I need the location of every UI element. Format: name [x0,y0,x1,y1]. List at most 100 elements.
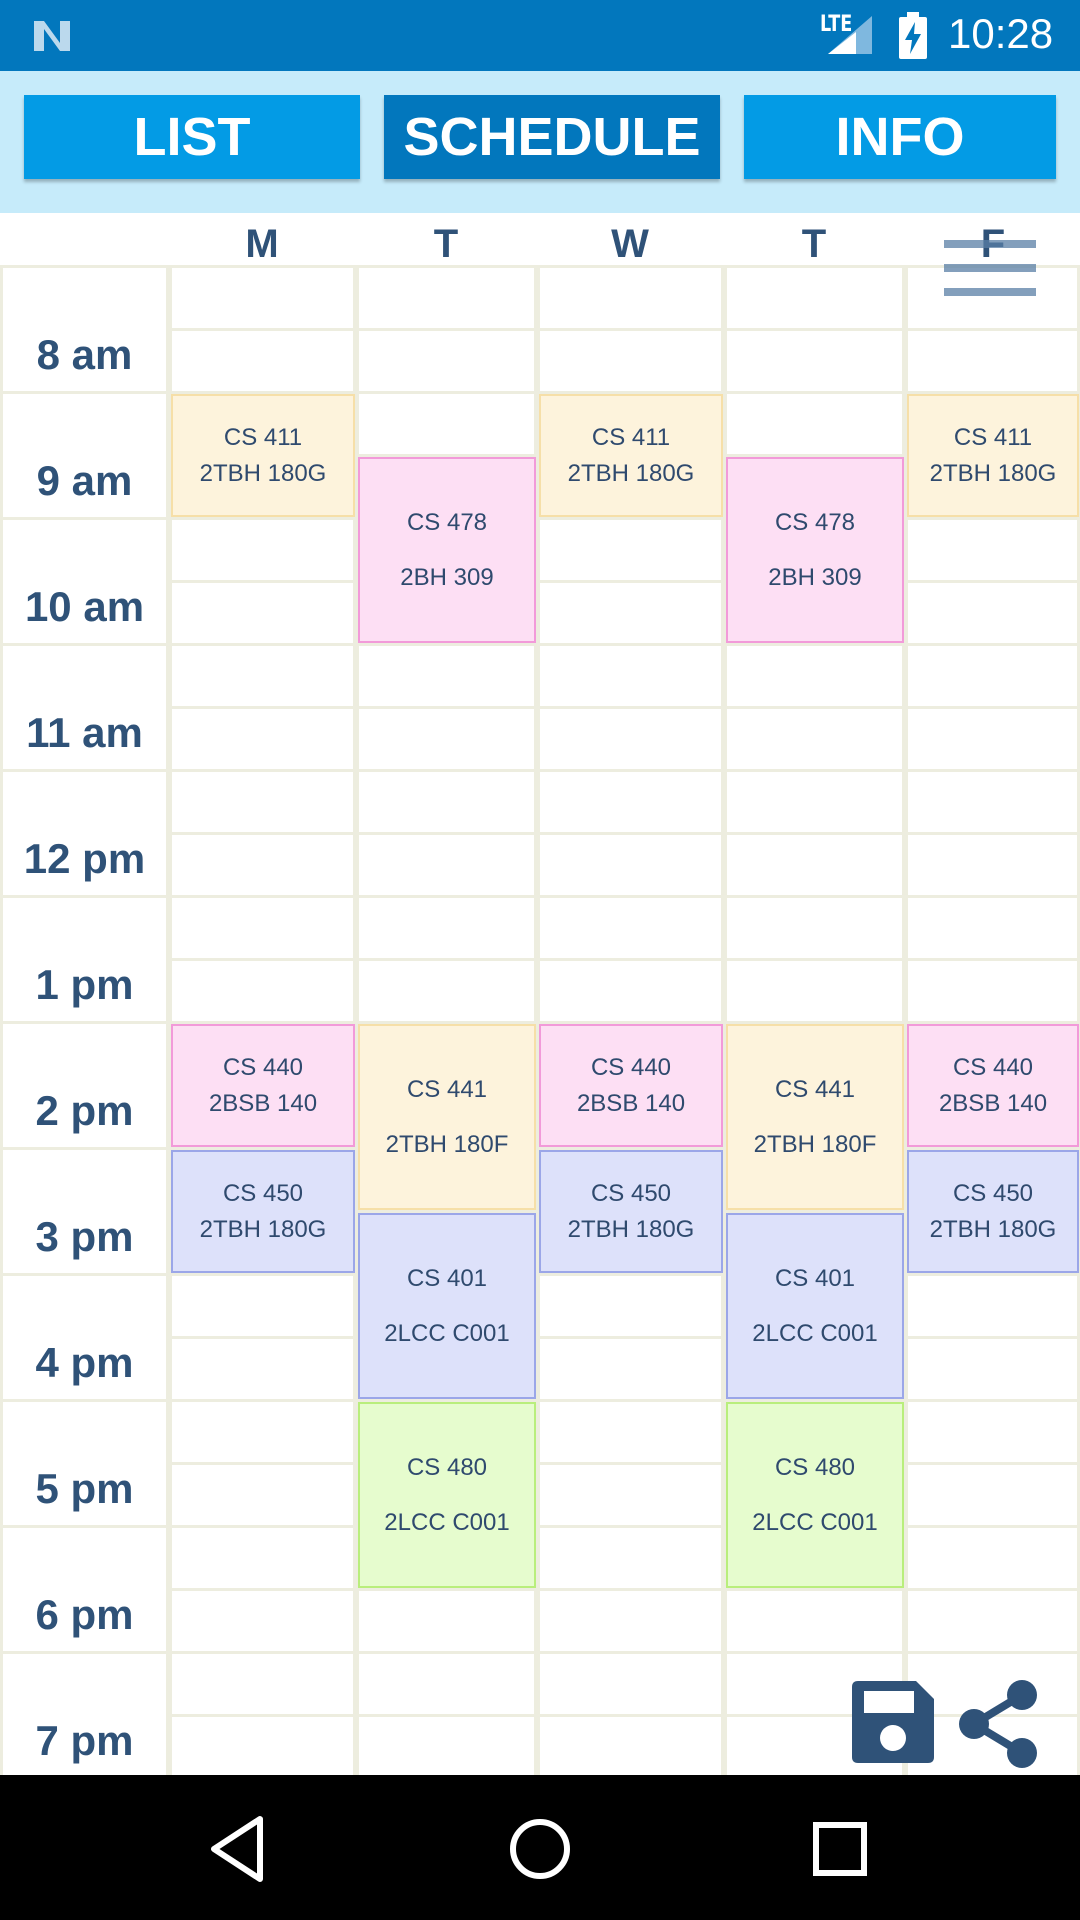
notification-n-icon [34,21,70,51]
schedule-slot [724,769,905,835]
schedule-slot [537,1714,724,1775]
schedule-slot [905,1462,1080,1528]
class-room: 2BH 309 [768,563,862,591]
class-course: CS 450 [590,1179,672,1207]
schedule-slot [356,706,537,772]
class-course: CS 441 [406,1075,488,1103]
class-block[interactable]: CS 441 2TBH 180F [726,1024,904,1210]
class-room: 2LCC C001 [752,1508,878,1536]
schedule-slot [905,328,1080,394]
class-block[interactable]: CS 440 2BSB 140 [907,1024,1079,1147]
class-room: 2TBH 180G [929,459,1057,487]
schedule-slot [169,769,356,835]
schedule-slot [905,517,1080,583]
class-block[interactable]: CS 478 2BH 309 [726,457,904,643]
schedule-slot [169,580,356,646]
hour-label: 3 pm [35,1213,134,1260]
schedule-slot [724,328,905,394]
class-course: CS 450 [222,1179,304,1207]
class-course: CS 440 [952,1053,1034,1081]
schedule-slot [724,643,905,709]
tab-schedule[interactable]: SCHEDULE [384,95,720,179]
schedule-slot [169,1273,356,1339]
hour-label: 1 pm [35,961,134,1008]
schedule-slot [537,1462,724,1528]
schedule-slot [537,643,724,709]
tab-info[interactable]: INFO [744,95,1056,179]
cell-signal-icon [828,16,872,54]
schedule-slot [169,1336,356,1402]
schedule-slot [356,328,537,394]
class-block[interactable]: CS 450 2TBH 180G [171,1150,355,1273]
status-time: 10:28 [948,10,1054,57]
hour-label: 4 pm [35,1339,134,1386]
tab-bar: LIST SCHEDULE INFO [0,71,1080,213]
schedule-slot [169,1651,356,1717]
class-course: CS 440 [222,1053,304,1081]
home-circle-icon[interactable] [500,1809,580,1889]
day-header-thursday: T [801,222,827,266]
schedule-slot [356,265,537,331]
schedule-slot [169,706,356,772]
class-block[interactable]: CS 450 2TBH 180G [539,1150,723,1273]
schedule-slot [905,1273,1080,1339]
class-block[interactable]: CS 480 2LCC C001 [358,1402,536,1588]
class-course: CS 411 [591,423,671,451]
class-block[interactable]: CS 401 2LCC C001 [726,1213,904,1399]
class-course: CS 478 [774,508,856,536]
schedule-slot [356,1588,537,1654]
class-room: 2LCC C001 [752,1319,878,1347]
schedule-slot [356,643,537,709]
schedule-slot [724,958,905,1024]
schedule-slot [905,769,1080,835]
schedule-slot [905,643,1080,709]
class-block[interactable]: CS 411 2TBH 180G [171,394,355,517]
schedule-slot [905,1336,1080,1402]
back-triangle-icon[interactable] [200,1809,280,1889]
class-block[interactable]: CS 480 2LCC C001 [726,1402,904,1588]
schedule-slot [356,958,537,1024]
schedule-slot [537,580,724,646]
class-room: 2BSB 140 [576,1089,686,1117]
schedule-slot [356,391,537,457]
schedule-slot [169,643,356,709]
hamburger-menu-icon[interactable] [944,236,1036,302]
class-course: CS 480 [774,1453,856,1481]
recents-square-icon[interactable] [800,1809,880,1889]
hour-label: 2 pm [35,1087,134,1134]
schedule-slot [724,265,905,331]
class-block[interactable]: CS 478 2BH 309 [358,457,536,643]
class-course: CS 450 [952,1179,1034,1207]
class-block[interactable]: CS 401 2LCC C001 [358,1213,536,1399]
schedule-slot [537,1273,724,1339]
schedule-slot [169,1525,356,1591]
class-block[interactable]: CS 440 2BSB 140 [171,1024,355,1147]
class-block[interactable]: CS 450 2TBH 180G [907,1150,1079,1273]
class-room: 2TBH 180G [567,1215,695,1243]
schedule-slot [537,328,724,394]
class-room: 2TBH 180G [929,1215,1057,1243]
class-block[interactable]: CS 441 2TBH 180F [358,1024,536,1210]
status-bar: LTE 10:28 [0,0,1080,71]
schedule-slot [537,1336,724,1402]
class-block[interactable]: CS 411 2TBH 180G [539,394,723,517]
schedule-slot [724,832,905,898]
schedule-slot [537,517,724,583]
class-room: 2LCC C001 [384,1508,510,1536]
floppy-disk-icon[interactable] [852,1681,934,1763]
class-block[interactable]: CS 440 2BSB 140 [539,1024,723,1147]
class-room: 2BSB 140 [938,1089,1048,1117]
schedule-slot [537,1399,724,1465]
class-block[interactable]: CS 411 2TBH 180G [907,394,1079,517]
day-header-wednesday: W [611,222,649,266]
class-course: CS 440 [590,1053,672,1081]
class-course: CS 401 [406,1264,488,1292]
navigation-bar [0,1775,1080,1920]
class-room: 2TBH 180F [385,1130,509,1158]
class-room: 2TBH 180F [753,1130,877,1158]
schedule-slot [724,391,905,457]
share-icon[interactable] [956,1679,1040,1769]
schedule-slot [356,832,537,898]
hour-label: 5 pm [35,1465,134,1512]
tab-list[interactable]: LIST [24,95,360,179]
